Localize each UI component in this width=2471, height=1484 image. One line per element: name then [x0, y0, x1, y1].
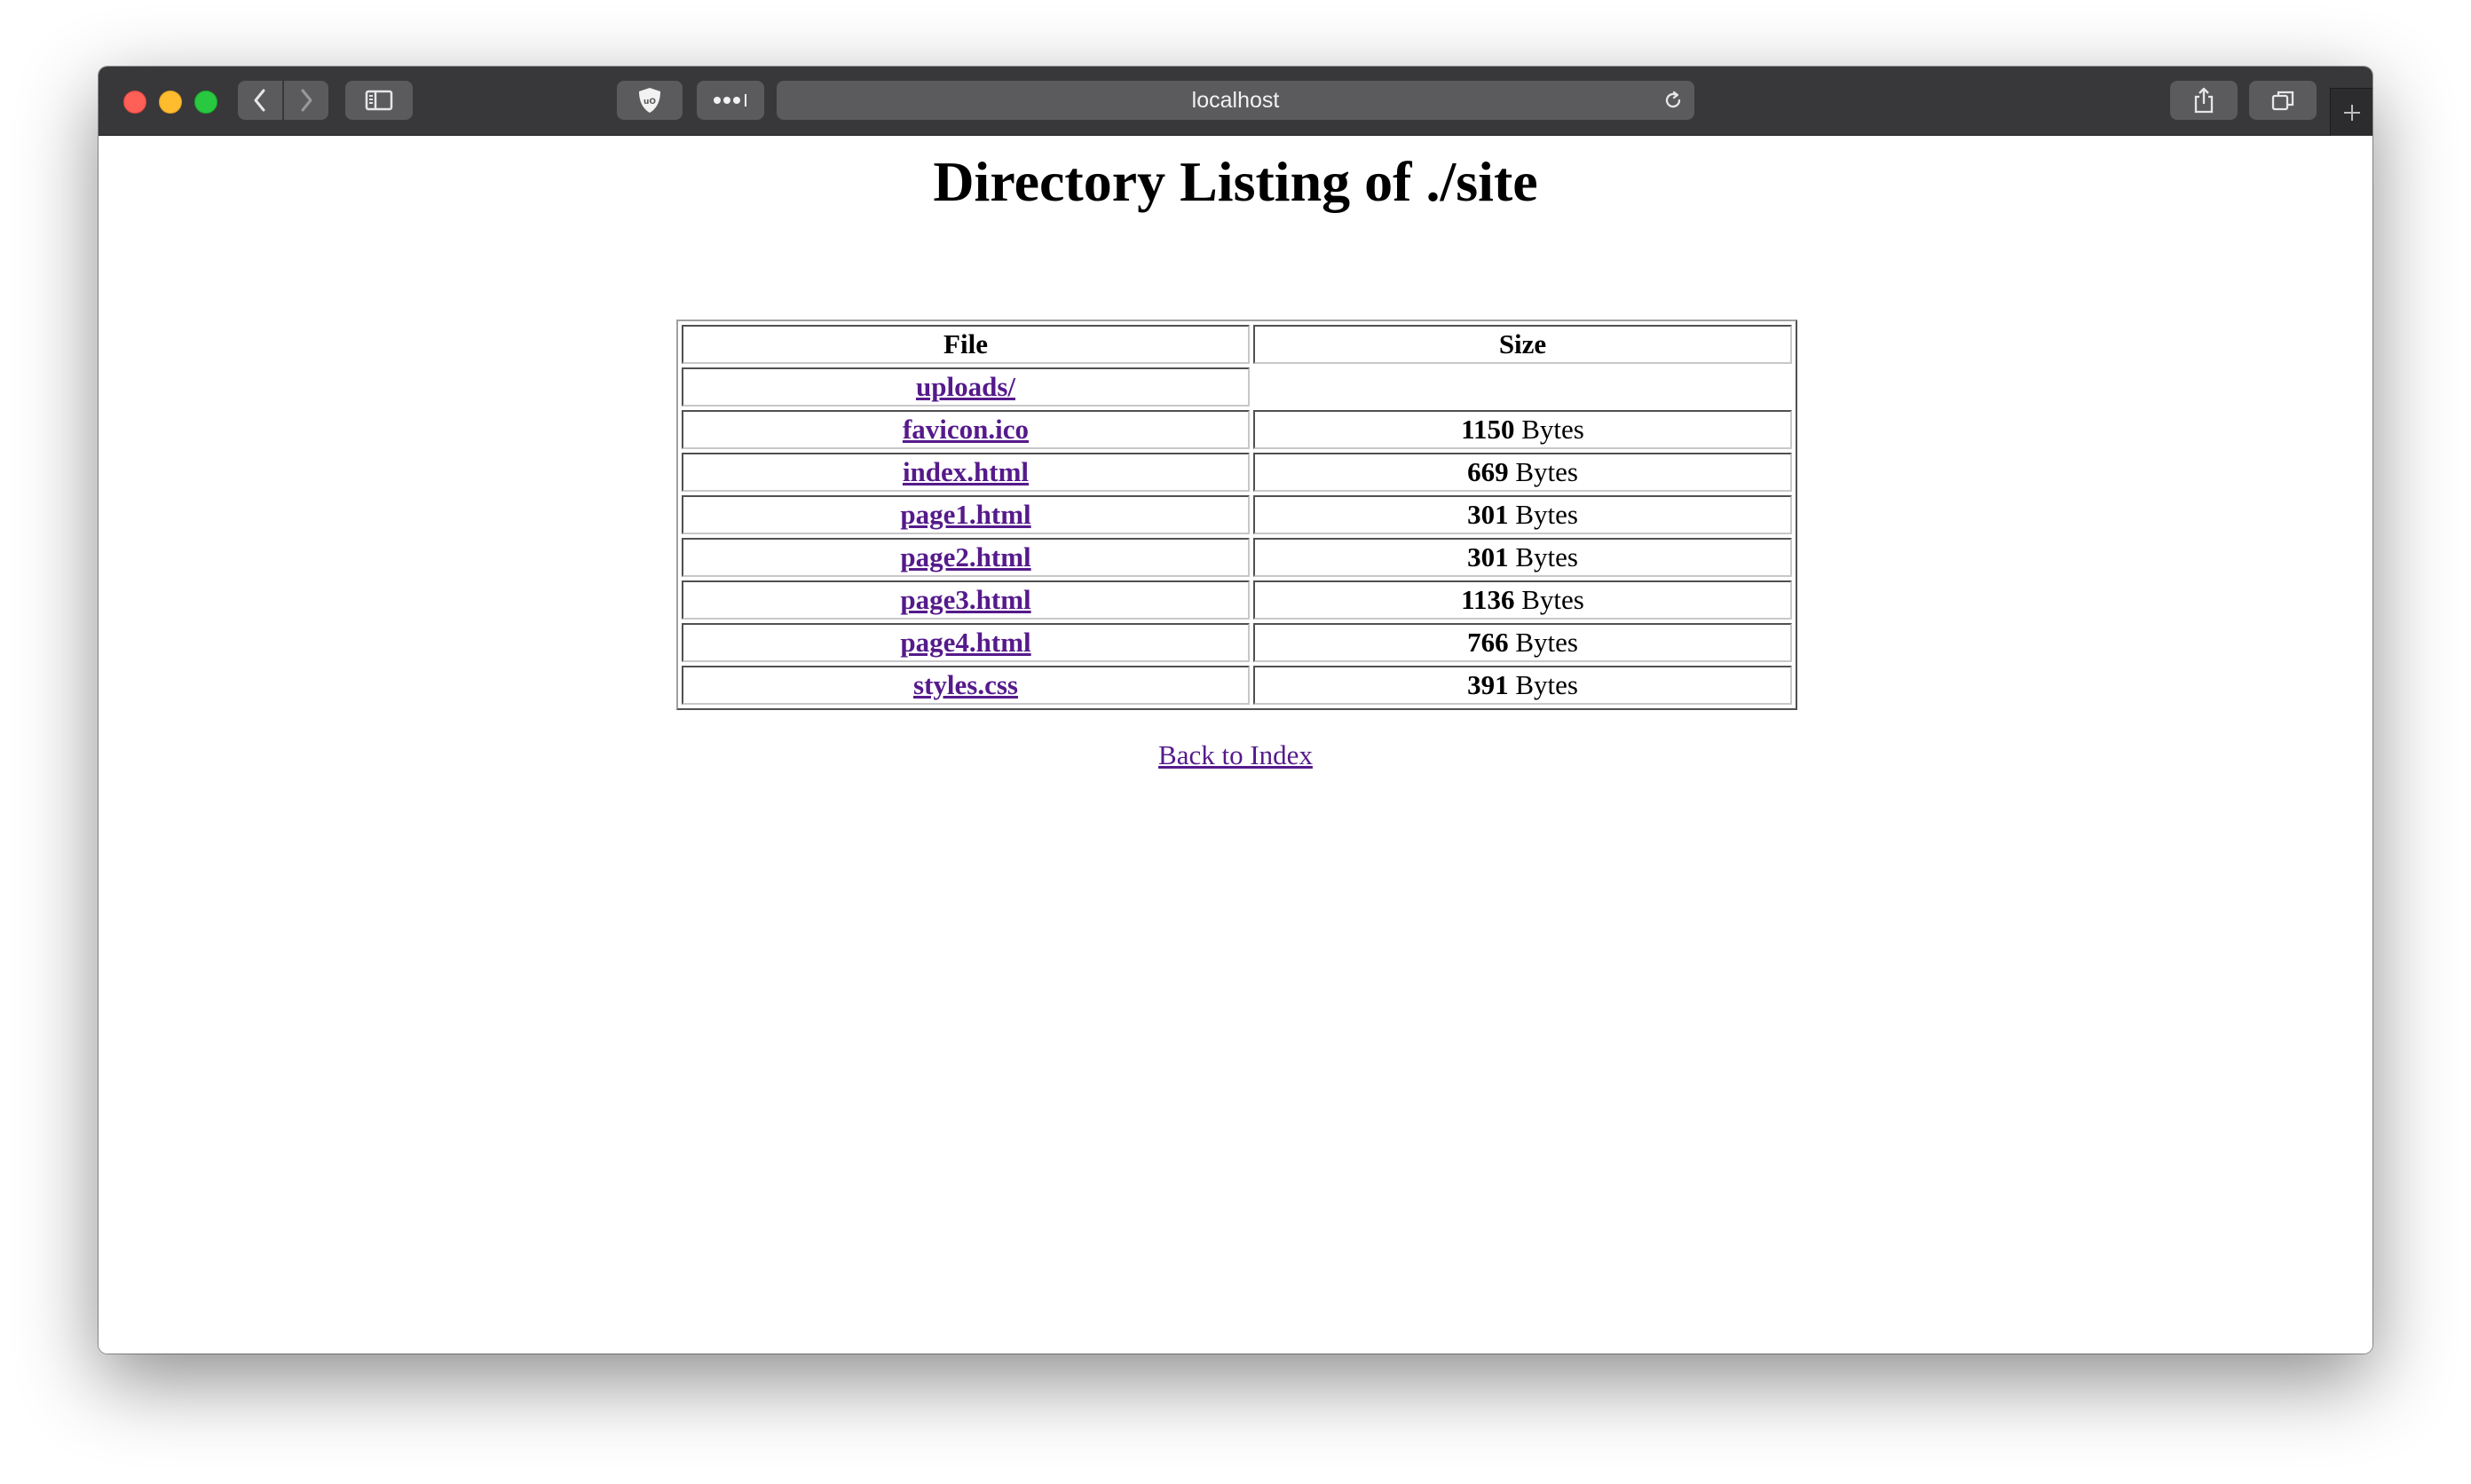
back-link-container: Back to Index: [99, 738, 2372, 773]
size-unit: Bytes: [1515, 499, 1578, 530]
more-dots-icon: [714, 94, 746, 107]
size-value: 1150: [1461, 414, 1515, 445]
forward-button[interactable]: [284, 81, 328, 120]
file-link[interactable]: page3.html: [900, 584, 1030, 615]
size-cell: 301 Bytes: [1253, 538, 1792, 577]
ublock-extension-button[interactable]: uO: [617, 81, 683, 120]
size-unit: Bytes: [1515, 669, 1578, 700]
table-row: page3.html 1136 Bytes: [682, 580, 1792, 620]
column-header-size: Size: [1253, 325, 1792, 364]
maximize-window-button[interactable]: [194, 91, 217, 114]
size-cell: 669 Bytes: [1253, 453, 1792, 492]
table-row: uploads/: [682, 367, 1792, 407]
file-cell: index.html: [682, 453, 1250, 492]
file-cell: page1.html: [682, 495, 1250, 534]
file-cell: page4.html: [682, 623, 1250, 662]
size-value: 391: [1467, 669, 1509, 700]
chevron-right-icon: [301, 89, 312, 112]
share-button[interactable]: [2170, 81, 2238, 120]
file-link[interactable]: index.html: [903, 456, 1029, 487]
page-title: Directory Listing of ./site: [933, 150, 1538, 213]
address-bar[interactable]: localhost: [777, 81, 1694, 120]
table-row: page1.html 301 Bytes: [682, 495, 1792, 534]
size-value: 301: [1467, 541, 1509, 572]
size-value: 766: [1467, 627, 1509, 658]
browser-toolbar: uO localhost: [99, 67, 2372, 137]
svg-text:uO: uO: [643, 98, 656, 107]
file-link[interactable]: page2.html: [900, 541, 1030, 572]
new-tab-button[interactable]: [2330, 88, 2372, 137]
column-header-file: File: [682, 325, 1250, 364]
size-unit: Bytes: [1521, 414, 1584, 445]
reload-icon[interactable]: [1662, 90, 1684, 111]
ublock-shield-icon: uO: [639, 88, 660, 113]
size-unit: Bytes: [1515, 456, 1578, 487]
size-unit: Bytes: [1521, 584, 1584, 615]
table-row: index.html 669 Bytes: [682, 453, 1792, 492]
file-link[interactable]: uploads/: [916, 371, 1015, 402]
size-unit: Bytes: [1515, 541, 1578, 572]
address-text: localhost: [1191, 88, 1280, 113]
file-cell: uploads/: [682, 367, 1250, 407]
table-row: favicon.ico 1150 Bytes: [682, 410, 1792, 449]
directory-table: File Size uploads/ favicon.ico 1150 Byte…: [676, 320, 1797, 710]
size-value: 1136: [1461, 584, 1515, 615]
table-row: styles.css 391 Bytes: [682, 666, 1792, 705]
sidebar-toggle-button[interactable]: [345, 81, 413, 120]
size-unit: Bytes: [1515, 627, 1578, 658]
table-row: page4.html 766 Bytes: [682, 623, 1792, 662]
file-link[interactable]: favicon.ico: [903, 414, 1029, 445]
size-cell: 301 Bytes: [1253, 495, 1792, 534]
more-extensions-button[interactable]: [697, 81, 764, 120]
size-cell-empty: [1253, 367, 1792, 407]
page-content: Directory Listing of ./site File Size up…: [99, 136, 2372, 1354]
size-cell: 1150 Bytes: [1253, 410, 1792, 449]
tabs-overview-icon: [2271, 91, 2294, 111]
plus-icon: [2344, 105, 2360, 121]
table-row: page2.html 301 Bytes: [682, 538, 1792, 577]
tab-overview-button[interactable]: [2249, 81, 2317, 120]
minimize-window-button[interactable]: [159, 91, 182, 114]
close-window-button[interactable]: [123, 91, 146, 114]
table-header-row: File Size: [682, 325, 1792, 364]
size-value: 669: [1467, 456, 1509, 487]
back-to-index-link[interactable]: Back to Index: [1158, 739, 1313, 770]
back-button[interactable]: [238, 81, 282, 120]
sidebar-icon: [365, 90, 393, 111]
file-cell: page2.html: [682, 538, 1250, 577]
file-cell: styles.css: [682, 666, 1250, 705]
size-cell: 766 Bytes: [1253, 623, 1792, 662]
size-cell: 1136 Bytes: [1253, 580, 1792, 620]
file-link[interactable]: styles.css: [913, 669, 1018, 700]
size-cell: 391 Bytes: [1253, 666, 1792, 705]
file-link[interactable]: page1.html: [900, 499, 1030, 530]
file-cell: favicon.ico: [682, 410, 1250, 449]
browser-window: uO localhost Directory Listing of ./site…: [99, 67, 2372, 1354]
file-cell: page3.html: [682, 580, 1250, 620]
share-icon: [2194, 87, 2214, 114]
chevron-left-icon: [254, 89, 265, 112]
file-link[interactable]: page4.html: [900, 627, 1030, 658]
size-value: 301: [1467, 499, 1509, 530]
